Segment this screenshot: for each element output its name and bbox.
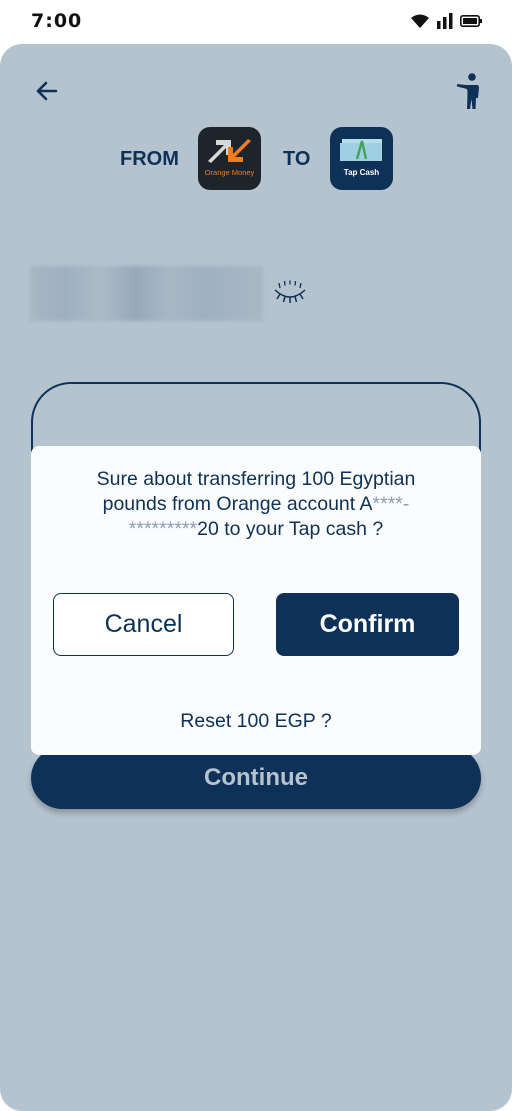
battery-icon [460, 15, 482, 27]
transfer-route: FROM Orange Money TO Tap Cash [0, 126, 512, 190]
orange-money-arrows-icon [208, 139, 251, 163]
signal-icon [437, 13, 453, 29]
dialog-message-text: Sure about transferring 100 Egyptian pou… [96, 468, 416, 515]
continue-button[interactable]: Continue [31, 747, 481, 809]
orange-money-logo-text: Orange Money [204, 168, 255, 177]
wifi-icon [411, 14, 429, 28]
tap-cash-logo: Tap Cash [330, 127, 393, 190]
dialog-message-text-end: 20 to your Tap cash ? [197, 518, 384, 540]
hidden-account-number [30, 266, 263, 321]
accessibility-person-icon[interactable] [456, 72, 482, 110]
tap-cash-card-icon [340, 139, 382, 161]
tap-cash-logo-text: Tap Cash [343, 168, 380, 177]
cancel-button[interactable]: Cancel [53, 593, 234, 656]
confirm-transfer-dialog: Sure about transferring 100 Egyptian pou… [31, 446, 481, 755]
eye-closed-icon[interactable] [272, 280, 308, 306]
phone-screen: 7:00 FROM Orange Money TO Tap Cash Conti… [0, 0, 512, 1111]
dialog-message: Sure about transferring 100 Egyptian pou… [71, 467, 441, 542]
confirm-button[interactable]: Confirm [276, 593, 459, 656]
from-label: FROM [120, 148, 179, 170]
app-surface: FROM Orange Money TO Tap Cash Continue S… [0, 44, 512, 1111]
arrow-left-icon[interactable] [32, 76, 62, 106]
status-time: 7:00 [31, 10, 83, 32]
to-label: TO [283, 148, 311, 170]
reset-amount-link[interactable]: Reset 100 EGP ? [31, 710, 481, 733]
orange-money-logo: Orange Money [198, 127, 261, 190]
status-bar: 7:00 [0, 0, 512, 44]
status-icons [410, 13, 482, 29]
